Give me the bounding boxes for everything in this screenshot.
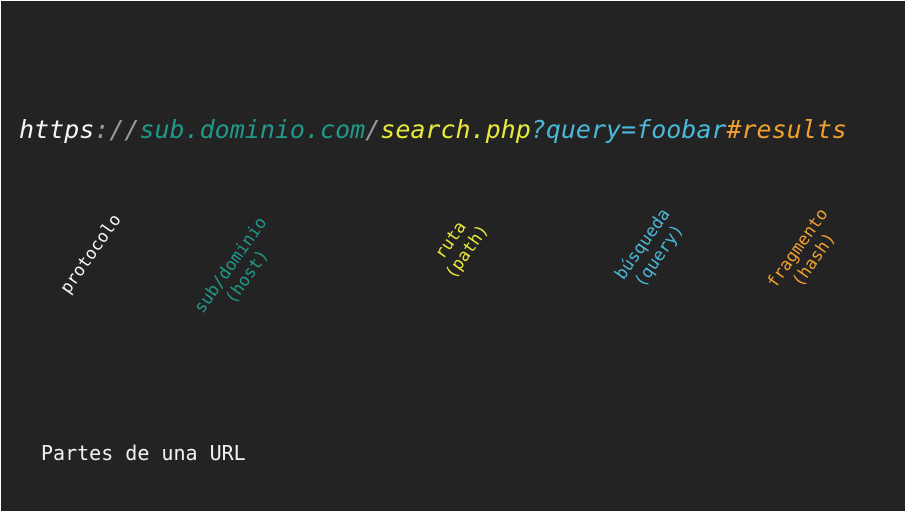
label-protocol: protocolo — [48, 199, 133, 309]
url-path: search.php — [380, 115, 531, 144]
label-path: ruta (path) — [414, 194, 504, 299]
label-hash: fragmento (hash) — [758, 197, 854, 310]
url-separator: :// — [94, 115, 140, 144]
diagram-caption: Partes de una URL — [41, 441, 246, 465]
label-protocol-line1: protocolo — [56, 210, 126, 298]
url-query: ?query=foobar — [530, 115, 727, 144]
url-hash: #results — [726, 115, 847, 144]
url-protocol: https — [19, 115, 95, 144]
label-host: sub/dominio (host) — [188, 210, 290, 331]
url-slash: / — [365, 115, 381, 144]
diagram-canvas: https://sub.dominio.com/search.php?query… — [1, 1, 905, 511]
url-host: sub.dominio.com — [139, 115, 366, 144]
label-query: búsqueda (query) — [603, 193, 699, 306]
example-url: https://sub.dominio.com/search.php?query… — [19, 115, 847, 144]
